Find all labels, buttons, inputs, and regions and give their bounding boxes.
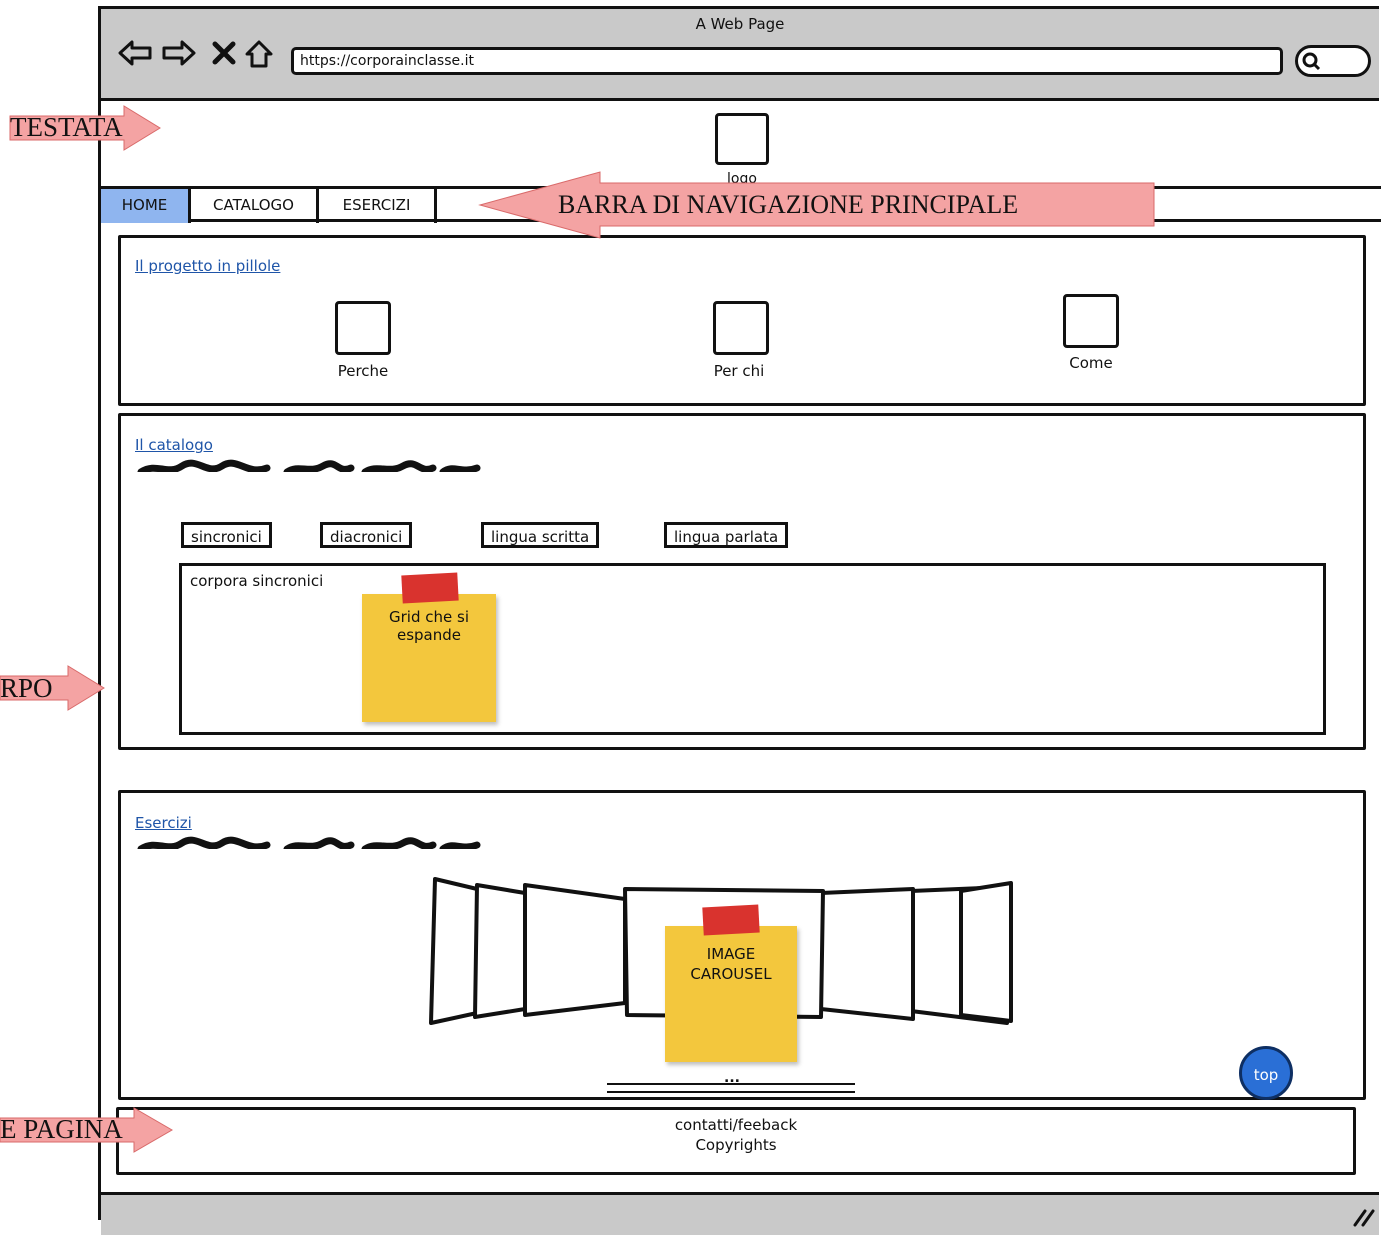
section-progetto: Il progetto in pillole Perche Per chi Co… — [118, 235, 1366, 406]
sticky-note-carousel: IMAGE CAROUSEL — [665, 904, 797, 1062]
back-arrow-icon[interactable] — [117, 39, 153, 67]
tab-catalogo[interactable]: CATALOGO — [191, 189, 319, 223]
per-chi-icon[interactable] — [713, 301, 769, 355]
address-bar[interactable]: https://corporainclasse.it — [291, 47, 1283, 75]
come-label: Come — [1069, 354, 1113, 372]
annotation-navbar: BARRA DI NAVIGAZIONE PRINCIPALE — [558, 190, 1019, 219]
perche-label: Perche — [337, 362, 389, 380]
tape-decoration — [702, 904, 760, 936]
tab-home[interactable]: HOME — [101, 189, 191, 223]
annotation-footer: E PAGINA — [0, 1114, 123, 1144]
section-title-catalogo[interactable]: Il catalogo — [135, 436, 213, 454]
footer-copyright: Copyrights — [695, 1136, 777, 1154]
grid-panel-label: corpora sincronici — [190, 572, 324, 590]
annotation-header: TESTATA — [10, 112, 123, 142]
placeholder-text-scribble — [137, 459, 481, 472]
search-icon — [1302, 52, 1321, 71]
sticky-note-carousel-text: IMAGE CAROUSEL — [690, 945, 772, 983]
sticky-note-grid: Grid che si espande — [362, 572, 496, 722]
per-chi-label: Per chi — [713, 362, 765, 380]
browser-search-box[interactable] — [1295, 45, 1371, 77]
tab-esercizi[interactable]: ESERCIZI — [319, 189, 437, 223]
forward-arrow-icon[interactable] — [161, 39, 197, 67]
filter-lingua-parlata[interactable]: lingua parlata — [664, 522, 789, 548]
carousel-pager-dots[interactable]: ... — [717, 1070, 747, 1086]
tape-decoration — [401, 572, 459, 604]
come-icon[interactable] — [1063, 294, 1119, 348]
status-bar — [101, 1192, 1379, 1235]
browser-chrome: A Web Page https://corporainclasse.it — [101, 9, 1379, 101]
filter-sincronici[interactable]: sincronici — [181, 522, 272, 548]
filter-lingua-scritta[interactable]: lingua scritta — [481, 522, 600, 548]
stop-icon[interactable] — [211, 40, 237, 66]
window-title: A Web Page — [695, 15, 785, 33]
annotation-body: RPO — [0, 673, 53, 703]
footer: contatti/feeback Copyrights — [116, 1107, 1356, 1175]
placeholder-text-scribble — [137, 836, 481, 849]
footer-contacts-link[interactable]: contatti/feeback — [119, 1116, 1353, 1134]
carousel-pager-line — [607, 1091, 855, 1093]
scroll-top-button[interactable]: top — [1239, 1046, 1293, 1100]
filter-diacronici[interactable]: diacronici — [320, 522, 413, 548]
section-title-progetto[interactable]: Il progetto in pillole — [135, 257, 280, 275]
logo-image[interactable] — [715, 113, 769, 165]
section-title-esercizi[interactable]: Esercizi — [135, 814, 192, 832]
catalog-grid-panel: corpora sincronici Grid che si espande — [179, 563, 1326, 735]
section-esercizi: Esercizi IMAGE CAROUSEL ... — [118, 790, 1366, 1100]
perche-icon[interactable] — [335, 301, 391, 355]
resize-handle-icon[interactable] — [1351, 1205, 1377, 1227]
home-icon[interactable] — [243, 38, 275, 70]
section-catalogo: Il catalogo sincronici diacronici lingua… — [118, 413, 1366, 750]
